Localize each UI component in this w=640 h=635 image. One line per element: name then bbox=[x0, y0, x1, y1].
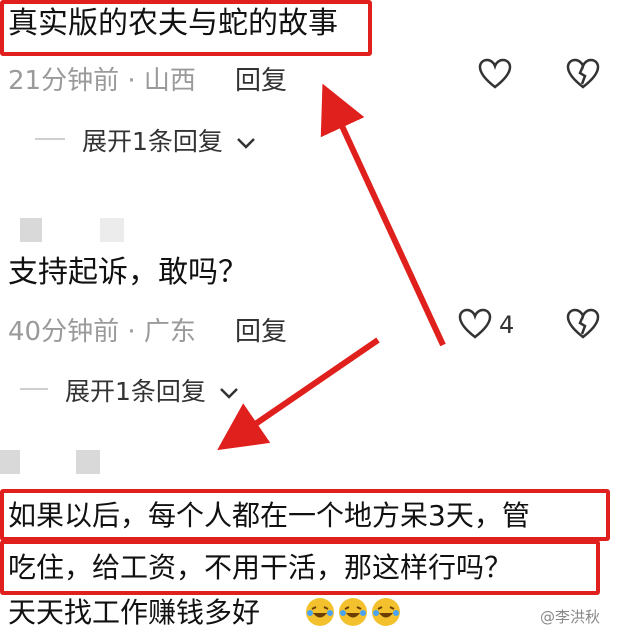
arrow-down-annotation bbox=[217, 337, 380, 451]
arrow-annotation bbox=[217, 83, 446, 451]
arrow-up-annotation bbox=[320, 83, 446, 347]
